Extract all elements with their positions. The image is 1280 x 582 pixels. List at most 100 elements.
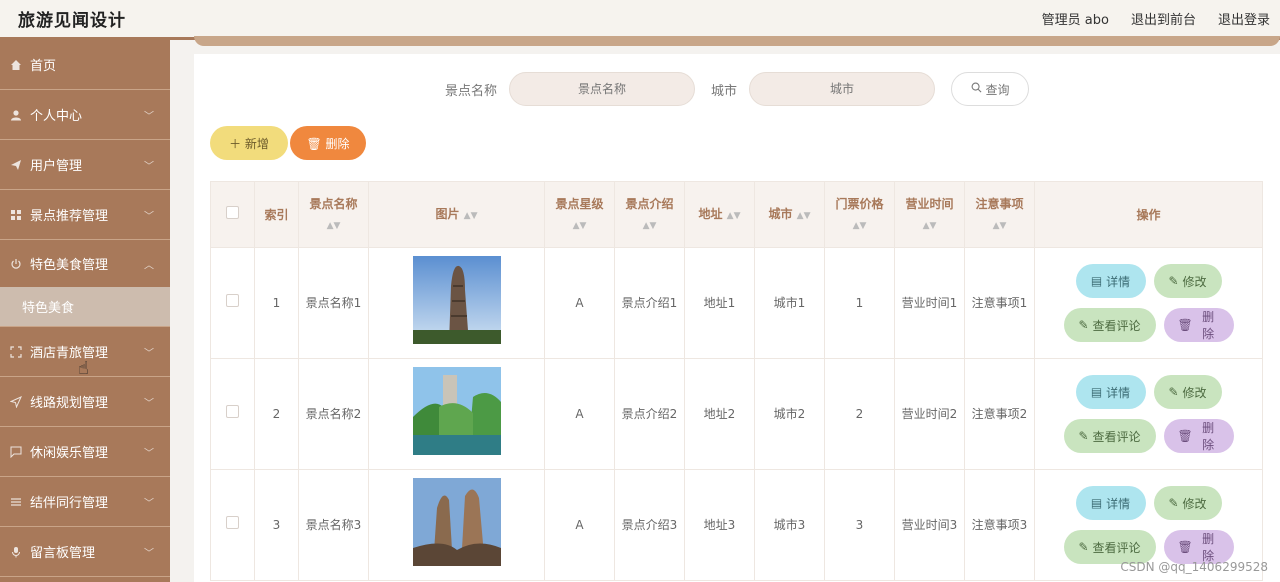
trash-icon: 🗑 (1177, 540, 1193, 554)
header-select-all[interactable] (210, 181, 255, 248)
sidebar-item-label: 景点推荐管理 (30, 209, 109, 224)
edit-button[interactable]: ✎ 修改 (1153, 264, 1222, 298)
sidebar-item-label: 线路规划管理 (30, 396, 109, 411)
sidebar-item-companions[interactable]: 结伴同行管理 ﹀ (0, 477, 170, 527)
row-delete-button[interactable]: 🗑 删除 (1163, 419, 1234, 453)
cell-image (368, 469, 545, 581)
chevron-down-icon: ﹀ (144, 448, 154, 459)
header-image[interactable]: 图片 ▲▼ (368, 181, 545, 248)
cell-address: 地址3 (684, 469, 755, 581)
frame-icon (10, 345, 22, 358)
cell-index: 3 (254, 469, 299, 581)
cell-address: 地址1 (684, 247, 755, 359)
edit-button[interactable]: ✎ 修改 (1153, 375, 1222, 409)
cell-intro: 景点介绍1 (614, 247, 685, 359)
hand-cursor-icon: ☝ (78, 358, 89, 379)
chevron-down-icon: ﹀ (144, 348, 154, 359)
cell-name: 景点名称2 (298, 358, 369, 470)
cell-star: A (544, 469, 615, 581)
pencil-icon: ✎ (1078, 318, 1089, 332)
navigation-icon (10, 395, 22, 408)
send-icon (10, 159, 22, 171)
search-icon (971, 82, 982, 96)
chevron-down-icon: ﹀ (144, 211, 154, 222)
row-checkbox[interactable] (226, 293, 239, 307)
header-price[interactable]: 门票价格 ▲▼ (824, 181, 895, 248)
search-button[interactable]: 查询 (951, 72, 1030, 106)
sidebar-item-label: 酒店青旅管理 (30, 346, 109, 361)
table-row: 2 景点名称2 A 景点介绍2 地址2 城市2 2 营业时间2 注意事项2 ▤ … (210, 358, 1263, 470)
trash-icon: 🗑 (1177, 318, 1193, 332)
cell-intro: 景点介绍3 (614, 469, 685, 581)
sidebar-item-home[interactable]: 首页 (0, 40, 170, 90)
chevron-up-icon: ︿ (144, 260, 154, 271)
to-front-link[interactable]: 退出到前台 (1131, 9, 1196, 28)
header-city[interactable]: 城市 ▲▼ (754, 181, 825, 248)
row-checkbox[interactable] (226, 515, 239, 529)
header-hours[interactable]: 营业时间 ▲▼ (894, 181, 965, 248)
row-delete-button[interactable]: 🗑 删除 (1163, 530, 1234, 564)
cell-hours: 营业时间1 (894, 247, 965, 359)
cell-price: 2 (824, 358, 895, 470)
sidebar-item-label: 结伴同行管理 (30, 496, 109, 511)
search-name-input[interactable] (509, 72, 695, 106)
row-delete-button[interactable]: 🗑 删除 (1163, 308, 1234, 342)
pencil-icon: ✎ (1168, 496, 1179, 510)
detail-button[interactable]: ▤ 详情 (1075, 486, 1146, 520)
sort-icon: ▲▼ (463, 210, 478, 221)
sidebar-item-food[interactable]: 特色美食管理 ︿ (0, 240, 170, 287)
header-name[interactable]: 景点名称 ▲▼ (298, 181, 369, 248)
detail-button[interactable]: ▤ 详情 (1075, 375, 1146, 409)
search-city-input[interactable] (749, 72, 936, 106)
search-button-label: 查询 (985, 82, 1010, 97)
sort-icon: ▲▼ (726, 210, 741, 221)
sidebar-item-users[interactable]: 用户管理 ﹀ (0, 140, 170, 190)
view-comments-button[interactable]: ✎ 查看评论 (1063, 530, 1156, 564)
logout-link[interactable]: 退出登录 (1218, 9, 1270, 28)
table-row: 1 景点名称1 A 景点介绍1 地址1 城市1 1 营业时间1 注意事项1 ▤ … (210, 247, 1263, 359)
header-intro[interactable]: 景点介绍 ▲▼ (614, 181, 685, 248)
chevron-down-icon: ﹀ (144, 498, 154, 509)
cell-image (368, 358, 545, 470)
row-checkbox[interactable] (226, 404, 239, 418)
sidebar-item-routes[interactable]: 线路规划管理 ﹀ (0, 377, 170, 427)
cell-hours: 营业时间3 (894, 469, 965, 581)
search-name-label: 景点名称 (444, 83, 497, 99)
pencil-icon: ✎ (1078, 540, 1089, 554)
view-comments-button[interactable]: ✎ 查看评论 (1063, 419, 1156, 453)
sidebar-subitem-food[interactable]: 特色美食 (0, 287, 170, 327)
list-panel: 景点名称 城市 查询 ＋ 新增 🗑 删除 (194, 54, 1280, 582)
cell-name: 景点名称3 (298, 469, 369, 581)
header-notes[interactable]: 注意事项 ▲▼ (964, 181, 1035, 248)
pencil-icon: ✎ (1168, 385, 1179, 399)
cell-star: A (544, 247, 615, 359)
cell-price: 1 (824, 247, 895, 359)
sidebar-subitem-label: 特色美食 (22, 301, 75, 316)
header-address[interactable]: 地址 ▲▼ (684, 181, 755, 248)
sidebar-item-profile[interactable]: 个人中心 ﹀ (0, 90, 170, 140)
add-button[interactable]: ＋ 新增 (210, 126, 288, 160)
attraction-image (412, 256, 501, 344)
sort-icon: ▲▼ (922, 220, 937, 231)
sidebar-item-messageboard[interactable]: 留言板管理 ﹀ (0, 527, 170, 577)
batch-delete-button[interactable]: 🗑 删除 (290, 126, 366, 160)
sort-icon: ▲▼ (852, 220, 867, 231)
sidebar-item-attractions[interactable]: 景点推荐管理 ﹀ (0, 190, 170, 240)
cell-hours: 营业时间2 (894, 358, 965, 470)
search-form: 景点名称 城市 查询 (194, 72, 1280, 106)
add-button-label: 新增 (244, 136, 269, 151)
header-star[interactable]: 景点星级 ▲▼ (544, 181, 615, 248)
content-top-decoration (194, 36, 1280, 46)
cell-city: 城市1 (754, 247, 825, 359)
sidebar-item-leisure[interactable]: 休闲娱乐管理 ﹀ (0, 427, 170, 477)
plus-icon: ＋ (229, 136, 245, 151)
view-comments-button[interactable]: ✎ 查看评论 (1063, 308, 1156, 342)
detail-button[interactable]: ▤ 详情 (1075, 264, 1146, 298)
select-all-checkbox[interactable] (226, 205, 239, 219)
document-icon: ▤ (1090, 385, 1103, 399)
cell-name: 景点名称1 (298, 247, 369, 359)
edit-button[interactable]: ✎ 修改 (1153, 486, 1222, 520)
app-title: 旅游见闻设计 (18, 11, 126, 31)
sidebar-item-label: 用户管理 (30, 159, 83, 174)
chevron-down-icon: ﹀ (144, 111, 154, 122)
